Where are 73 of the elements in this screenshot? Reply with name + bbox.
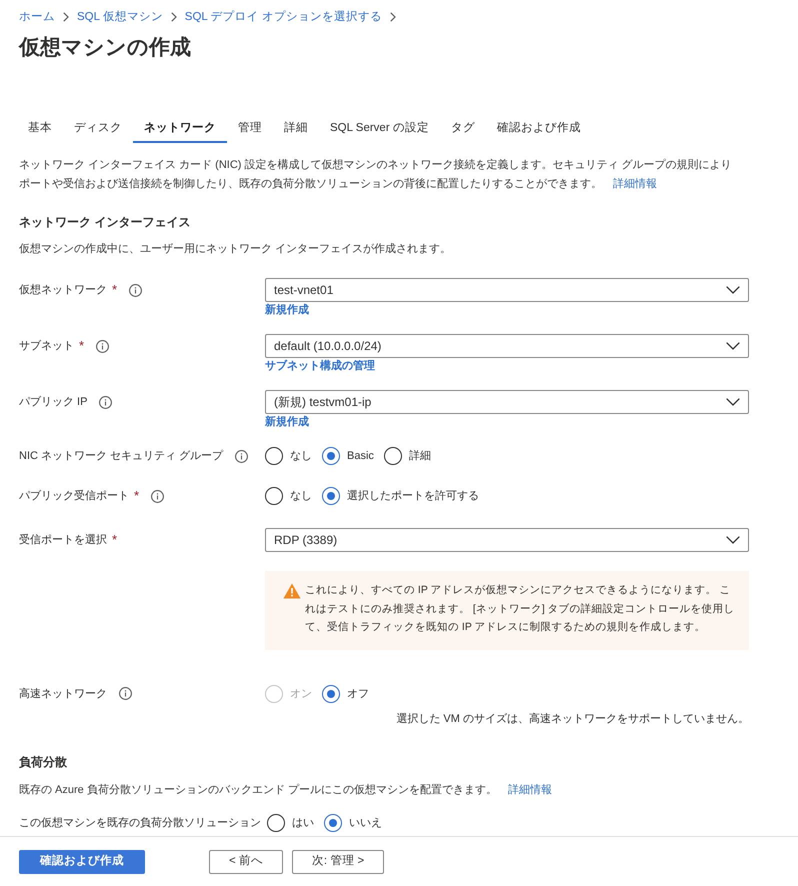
field-label: 高速ネットワーク (19, 686, 107, 702)
breadcrumb-link[interactable]: ホーム (19, 8, 55, 26)
radio-label[interactable]: Basic (347, 447, 374, 465)
radio-button[interactable] (384, 447, 402, 465)
radio-label[interactable]: はい (292, 814, 314, 832)
chevron-right-icon (390, 12, 396, 22)
required-asterisk: * (79, 337, 84, 355)
field-label: サブネット (19, 338, 74, 354)
field-label: NIC ネットワーク セキュリティ グループ (19, 448, 224, 464)
info-icon[interactable] (99, 396, 112, 408)
radio-button[interactable] (265, 447, 283, 465)
tab[interactable]: ネットワーク (133, 119, 227, 143)
tab[interactable]: タグ (440, 119, 486, 143)
required-asterisk: * (112, 281, 118, 299)
dropdown[interactable]: test-vnet01 (265, 278, 749, 302)
radio-button[interactable] (265, 487, 283, 505)
tab[interactable]: 詳細 (273, 119, 319, 143)
field-label: 受信ポートを選択 (19, 532, 107, 548)
radio-button[interactable] (267, 814, 285, 832)
radio-label[interactable]: オフ (347, 684, 369, 702)
tab[interactable]: 確認および作成 (486, 119, 592, 143)
intro-text: ネットワーク インターフェイス カード (NIC) 設定を構成して仮想マシンのネットワーク接続を定義します。セキュリティ グループの規則によりポートや受信および送信接続を制御したり、既存の負荷分散ソリューションの背後に配置したりすることができます。 詳細情報 (19, 158, 733, 192)
radio-button[interactable] (324, 814, 342, 832)
dropdown[interactable]: default (10.0.0.0/24) (265, 334, 749, 358)
radio-button[interactable] (322, 487, 340, 505)
learn-more-link[interactable]: 詳細情報 (508, 784, 552, 796)
tab[interactable]: 管理 (227, 119, 273, 143)
warning-icon (283, 583, 301, 599)
info-icon[interactable] (96, 340, 110, 352)
footer-button[interactable]: 次: 管理 > (292, 850, 384, 874)
chevron-right-icon (63, 12, 69, 22)
info-icon[interactable] (129, 284, 142, 296)
chevron-down-icon (726, 342, 740, 350)
link[interactable]: サブネット構成の管理 (265, 358, 375, 374)
warning-text: これにより、すべての IP アドレスが仮想マシンにアクセスできるようになります。 これはテストにのみ推奨されます。 [ネットワーク] タブの詳細設定コントロールを使用して、受信トラフィックを既知の IP アドレスに制限するための規則を作成します。 (305, 583, 736, 635)
breadcrumb-link[interactable]: SQL 仮想マシン (77, 8, 163, 26)
section-description: 既存の Azure 負荷分散ソリューションのバックエンド プールにこの仮想マシンを配置できます。 詳細情報 (19, 782, 553, 798)
tab[interactable]: SQL Server の設定 (319, 119, 440, 143)
field-label: パブリック IP (19, 394, 88, 410)
chevron-down-icon (726, 286, 740, 294)
radio-label[interactable]: 詳細 (408, 447, 431, 465)
page-title: 仮想マシンの作成 (19, 35, 192, 61)
breadcrumb-link[interactable]: SQL デプロイ オプションを選択する (184, 8, 382, 26)
tab[interactable]: 基本 (17, 119, 63, 143)
learn-more-link[interactable]: 詳細情報 (613, 178, 657, 190)
info-icon[interactable] (119, 687, 132, 700)
section-heading: 負荷分散 (19, 754, 68, 770)
required-asterisk: * (134, 487, 140, 505)
chevron-down-icon (726, 398, 740, 406)
radio-label[interactable]: 選択したポートを許可する (347, 487, 479, 505)
link[interactable]: 新規作成 (265, 414, 309, 430)
dropdown[interactable]: RDP (3389) (265, 528, 749, 552)
chevron-right-icon (170, 12, 177, 22)
helper-note: 選択した VM のサイズは、高速ネットワークをサポートしていません。 (396, 712, 749, 724)
section-description: 仮想マシンの作成中に、ユーザー用にネットワーク インターフェイスが作成されます。 (19, 242, 452, 257)
radio-button[interactable] (322, 684, 340, 702)
required-asterisk: * (112, 531, 118, 549)
chevron-down-icon (726, 536, 740, 544)
radio-label[interactable]: いいえ (349, 814, 382, 832)
tab[interactable]: ディスク (63, 119, 133, 143)
info-icon[interactable] (151, 490, 164, 502)
section-heading: ネットワーク インターフェイス (19, 214, 192, 231)
field-label: この仮想マシンを既存の負荷分散ソリューション (19, 816, 261, 830)
field-label: 仮想ネットワーク (19, 282, 107, 298)
radio-label[interactable]: なし (290, 447, 312, 465)
radio-label[interactable]: なし (290, 487, 312, 505)
radio-button[interactable] (322, 447, 340, 465)
footer-button[interactable]: < 前へ (209, 850, 283, 874)
link[interactable]: 新規作成 (265, 302, 309, 318)
dropdown[interactable]: (新規) testvm01-ip (265, 390, 749, 414)
footer-button[interactable]: 確認および作成 (19, 850, 145, 874)
field-label: パブリック受信ポート (19, 488, 129, 504)
info-icon[interactable] (235, 450, 248, 462)
